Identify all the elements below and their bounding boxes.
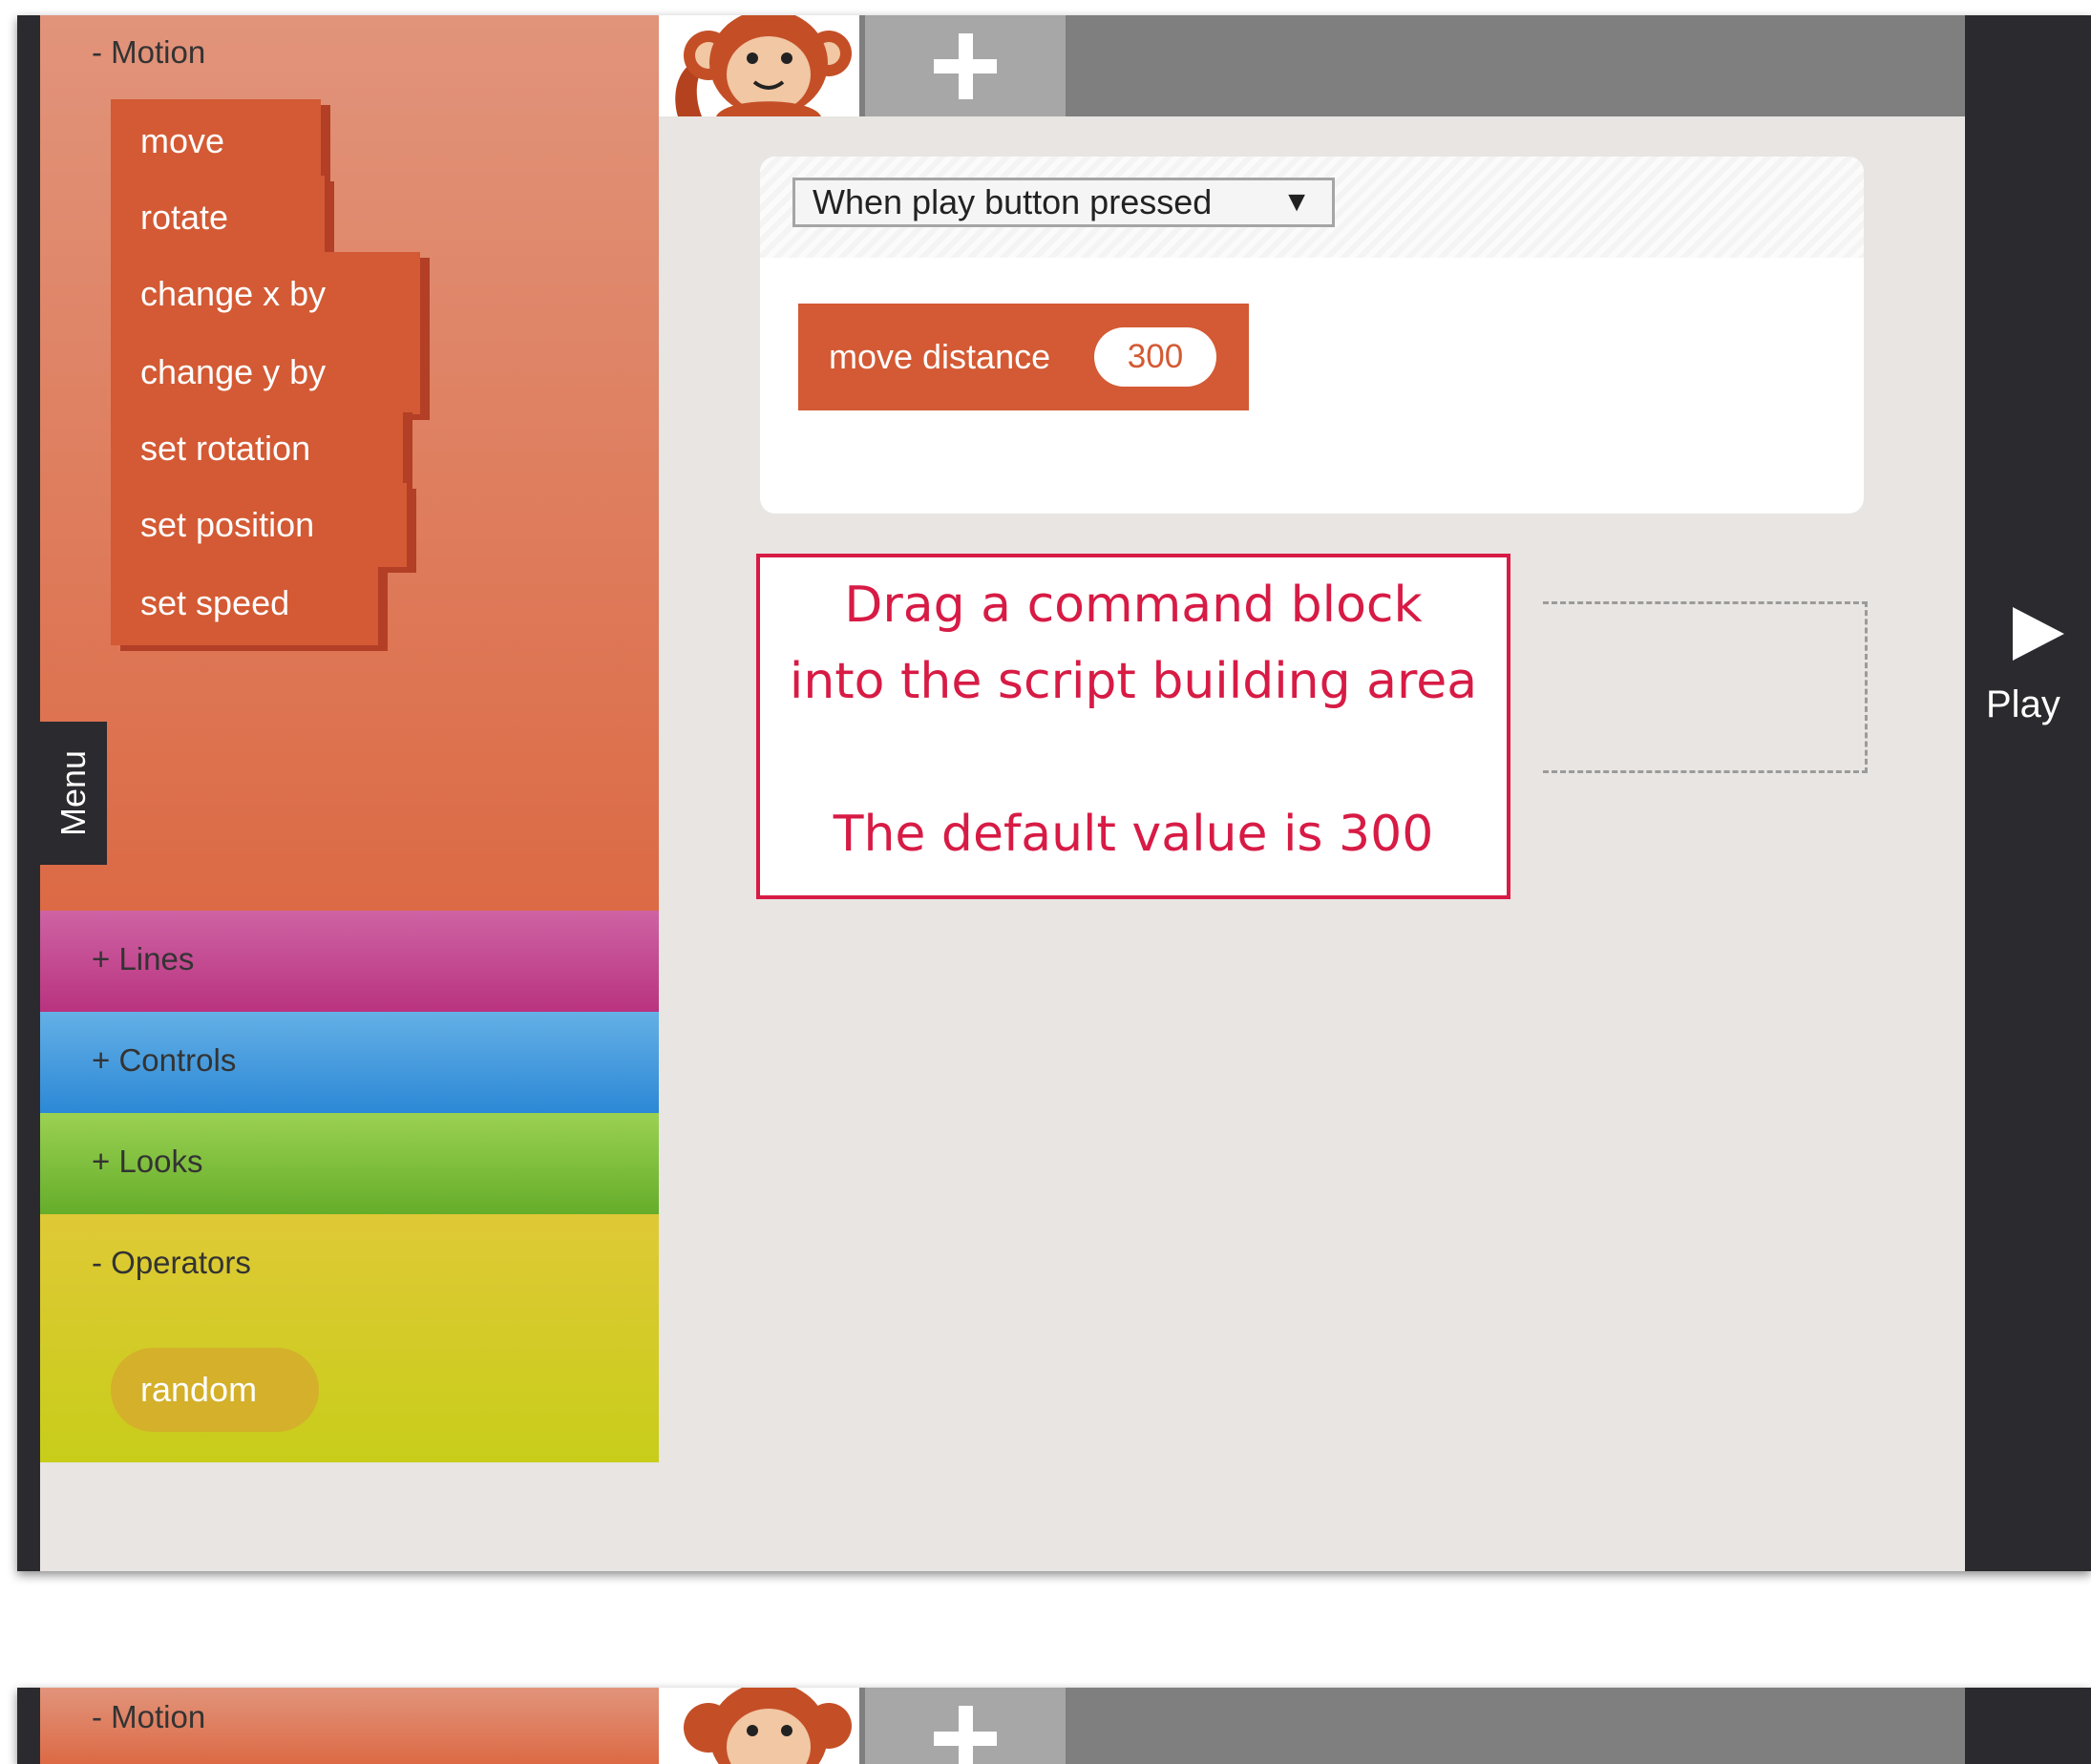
sprite-tab-monkey-second[interactable] xyxy=(659,1688,859,1764)
block-move[interactable]: move xyxy=(111,99,321,183)
menu-tab[interactable]: Menu xyxy=(40,722,107,865)
script-building-area[interactable]: When play button pressed ▼ move distance… xyxy=(760,157,1864,514)
trigger-dropdown-value: When play button pressed xyxy=(813,182,1213,221)
callout-line-2: into the script building area xyxy=(789,653,1478,710)
add-sprite-button-second[interactable] xyxy=(865,1688,1066,1764)
trigger-dropdown[interactable]: When play button pressed ▼ xyxy=(792,178,1335,227)
drop-target-outline xyxy=(1543,601,1868,773)
category-operators: - Operators random xyxy=(40,1214,659,1462)
dropdown-arrow-icon: ▼ xyxy=(1282,186,1311,218)
block-set-rotation[interactable]: set rotation xyxy=(111,407,403,491)
menu-tab-label: Menu xyxy=(53,749,93,837)
category-lines-header[interactable]: + Lines xyxy=(92,941,194,977)
block-set-speed[interactable]: set speed xyxy=(111,561,378,645)
block-palette: - Motion move rotate change x by change … xyxy=(40,15,659,1571)
monkey-sprite-icon xyxy=(684,1688,852,1764)
play-button-label[interactable]: Play xyxy=(1986,683,2060,726)
category-looks[interactable]: + Looks xyxy=(40,1113,659,1214)
block-set-position[interactable]: set position xyxy=(111,483,407,567)
sprite-tab-bar xyxy=(659,15,1965,116)
sprite-tab-bar-second xyxy=(659,1688,1965,1764)
block-palette-second: - Motion xyxy=(40,1688,659,1764)
category-controls[interactable]: + Controls xyxy=(40,1012,659,1113)
category-looks-header[interactable]: + Looks xyxy=(92,1144,203,1180)
monkey-sprite-icon xyxy=(675,15,852,116)
category-motion: - Motion move rotate change x by change … xyxy=(40,15,659,911)
category-motion-header[interactable]: - Motion xyxy=(92,34,205,71)
category-motion-header-second[interactable]: - Motion xyxy=(92,1699,205,1735)
command-label: move distance xyxy=(829,337,1051,376)
callout-line-1: Drag a command block xyxy=(844,577,1423,634)
play-panel: Play xyxy=(1965,15,2091,1571)
distance-input[interactable]: 300 xyxy=(1094,327,1216,387)
app-window-second: - Motion xyxy=(17,1688,2091,1764)
block-change-y-by[interactable]: change y by xyxy=(111,330,420,414)
sprite-tab-monkey[interactable] xyxy=(659,15,859,116)
category-motion-second: - Motion xyxy=(40,1688,659,1764)
block-rotate[interactable]: rotate xyxy=(111,176,325,260)
add-sprite-button[interactable] xyxy=(865,15,1066,116)
category-controls-header[interactable]: + Controls xyxy=(92,1042,236,1079)
block-random[interactable]: random xyxy=(111,1348,319,1432)
tutorial-callout: Drag a command block into the script bui… xyxy=(756,554,1510,899)
app-window: - Motion move rotate change x by change … xyxy=(17,15,2091,1571)
play-icon[interactable] xyxy=(2013,607,2064,661)
script-workspace-second xyxy=(659,1688,1965,1764)
command-move-distance[interactable]: move distance 300 xyxy=(798,304,1249,410)
callout-line-3: The default value is 300 xyxy=(833,806,1434,863)
script-workspace: When play button pressed ▼ move distance… xyxy=(659,15,1965,1571)
block-change-x-by[interactable]: change x by xyxy=(111,252,420,336)
category-operators-header[interactable]: - Operators xyxy=(92,1245,251,1281)
category-lines[interactable]: + Lines xyxy=(40,911,659,1012)
